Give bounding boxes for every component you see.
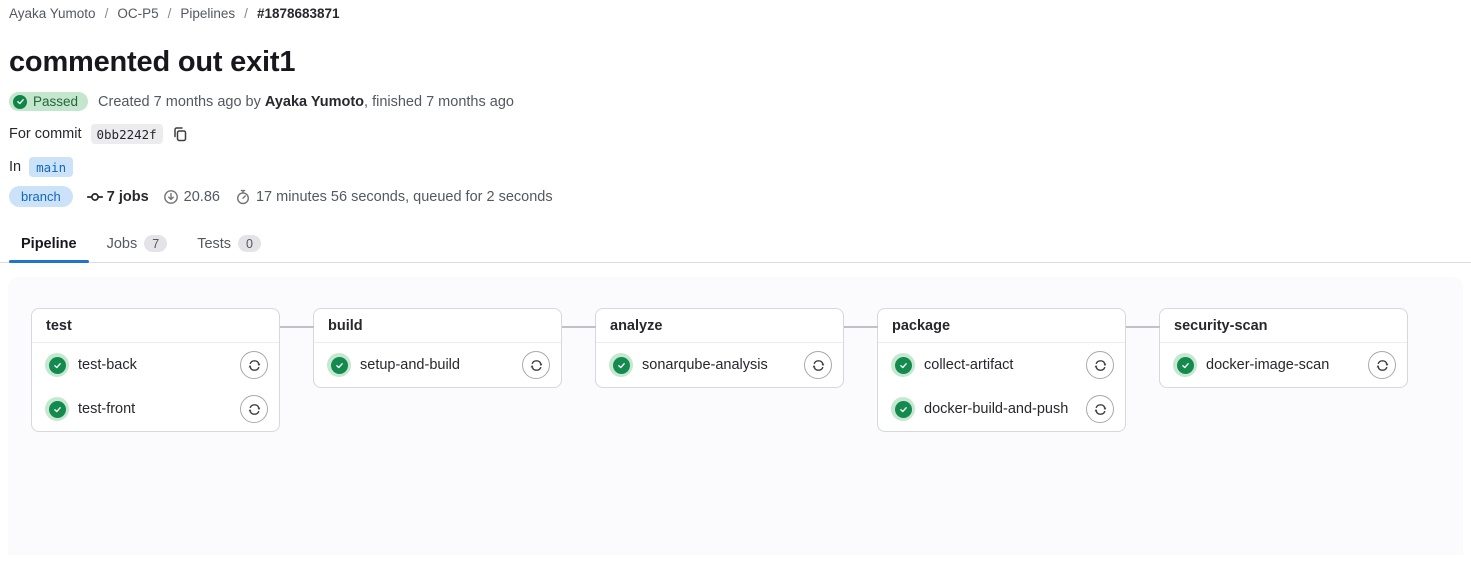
tab-tests[interactable]: Tests 0 <box>185 225 273 262</box>
breadcrumb-separator: / <box>167 6 172 21</box>
job-link[interactable]: docker-build-and-push <box>924 401 1077 417</box>
status-success-icon <box>45 353 69 377</box>
commit-row: For commit 0bb2242f <box>9 124 1471 144</box>
retry-icon[interactable] <box>1086 395 1114 423</box>
stage-security-scan: security-scan docker-image-scan <box>1126 308 1408 388</box>
pipeline-tabs: Pipeline Jobs 7 Tests 0 <box>0 225 1471 263</box>
compute-credits: 20.86 <box>183 188 220 205</box>
breadcrumb-user[interactable]: Ayaka Yumoto <box>9 6 96 21</box>
job-link[interactable]: docker-image-scan <box>1206 357 1359 373</box>
stats-row: branch 7 jobs 20.86 17 minutes 56 second… <box>9 186 1471 207</box>
branch-name-link[interactable]: main <box>29 157 74 177</box>
breadcrumb-separator: / <box>104 6 109 21</box>
duration-text: 17 minutes 56 seconds, queued for 2 seco… <box>255 188 553 205</box>
breadcrumb-separator: / <box>244 6 248 21</box>
commit-icon <box>86 189 103 205</box>
status-success-icon <box>45 397 69 421</box>
status-success-icon <box>891 397 915 421</box>
commit-sha-link[interactable]: 0bb2242f <box>90 124 163 144</box>
tab-jobs[interactable]: Jobs 7 <box>95 225 180 262</box>
tab-pipeline[interactable]: Pipeline <box>9 225 89 263</box>
job-row: collect-artifact <box>878 343 1125 387</box>
stage-title: security-scan <box>1160 309 1407 343</box>
retry-icon[interactable] <box>522 351 550 379</box>
stage-build: build setup-and-build <box>280 308 562 388</box>
job-row: test-front <box>32 387 279 431</box>
arrow-down-circle-icon <box>163 189 179 205</box>
job-row: docker-image-scan <box>1160 343 1407 387</box>
status-success-icon <box>327 353 351 377</box>
created-text: Created 7 months ago by <box>98 93 265 110</box>
retry-icon[interactable] <box>240 351 268 379</box>
breadcrumb-project[interactable]: OC-P5 <box>117 6 158 21</box>
breadcrumb-pipeline-id: #1878683871 <box>256 6 340 21</box>
job-row: sonarqube-analysis <box>596 343 843 387</box>
retry-icon[interactable] <box>1086 351 1114 379</box>
pipeline-meta-row: Passed Created 7 months ago by Ayaka Yum… <box>9 92 1471 111</box>
tab-jobs-count-badge: 7 <box>144 235 168 252</box>
stage-test: test test-back test-front <box>31 308 280 432</box>
status-badge: Passed <box>9 92 89 111</box>
retry-icon[interactable] <box>804 351 832 379</box>
job-row: setup-and-build <box>314 343 561 387</box>
stage-package: package collect-artifact docker-build-an… <box>844 308 1126 432</box>
stage-title: build <box>314 309 561 343</box>
stage-title: test <box>32 309 279 343</box>
stopwatch-icon <box>235 189 251 205</box>
job-link[interactable]: setup-and-build <box>360 357 513 373</box>
tab-pipeline-label: Pipeline <box>21 235 77 252</box>
pipeline-graph-panel: test test-back test-front build setup-an… <box>8 277 1463 555</box>
finished-text: , finished 7 months ago <box>364 93 514 110</box>
status-success-icon <box>609 353 633 377</box>
job-row: test-back <box>32 343 279 387</box>
stage-title: package <box>878 309 1125 343</box>
job-row: docker-build-and-push <box>878 387 1125 431</box>
ref-label: In <box>9 159 22 175</box>
tab-tests-count-badge: 0 <box>238 235 261 252</box>
jobs-count: 7 jobs <box>106 188 149 205</box>
author-name: Ayaka Yumoto <box>264 93 365 110</box>
retry-icon[interactable] <box>1368 351 1396 379</box>
tab-jobs-label: Jobs <box>106 235 138 252</box>
retry-icon[interactable] <box>240 395 268 423</box>
status-success-icon <box>1173 353 1197 377</box>
job-link[interactable]: test-front <box>78 401 231 417</box>
job-link[interactable]: sonarqube-analysis <box>642 357 795 373</box>
job-link[interactable]: test-back <box>78 357 231 373</box>
stage-title: analyze <box>596 309 843 343</box>
page-title: commented out exit1 <box>9 46 296 78</box>
breadcrumb-pipelines[interactable]: Pipelines <box>180 6 235 21</box>
stage-analyze: analyze sonarqube-analysis <box>562 308 844 388</box>
breadcrumb: Ayaka Yumoto / OC-P5 / Pipelines / #1878… <box>0 0 1471 21</box>
job-link[interactable]: collect-artifact <box>924 357 1077 373</box>
copy-icon[interactable] <box>172 126 188 142</box>
branch-type-badge: branch <box>9 186 73 207</box>
tab-tests-label: Tests <box>197 235 232 252</box>
status-badge-label: Passed <box>33 94 79 109</box>
commit-label: For commit <box>9 126 82 142</box>
ref-row: In main <box>9 157 1471 177</box>
check-circle-icon <box>13 94 27 109</box>
status-success-icon <box>891 353 915 377</box>
